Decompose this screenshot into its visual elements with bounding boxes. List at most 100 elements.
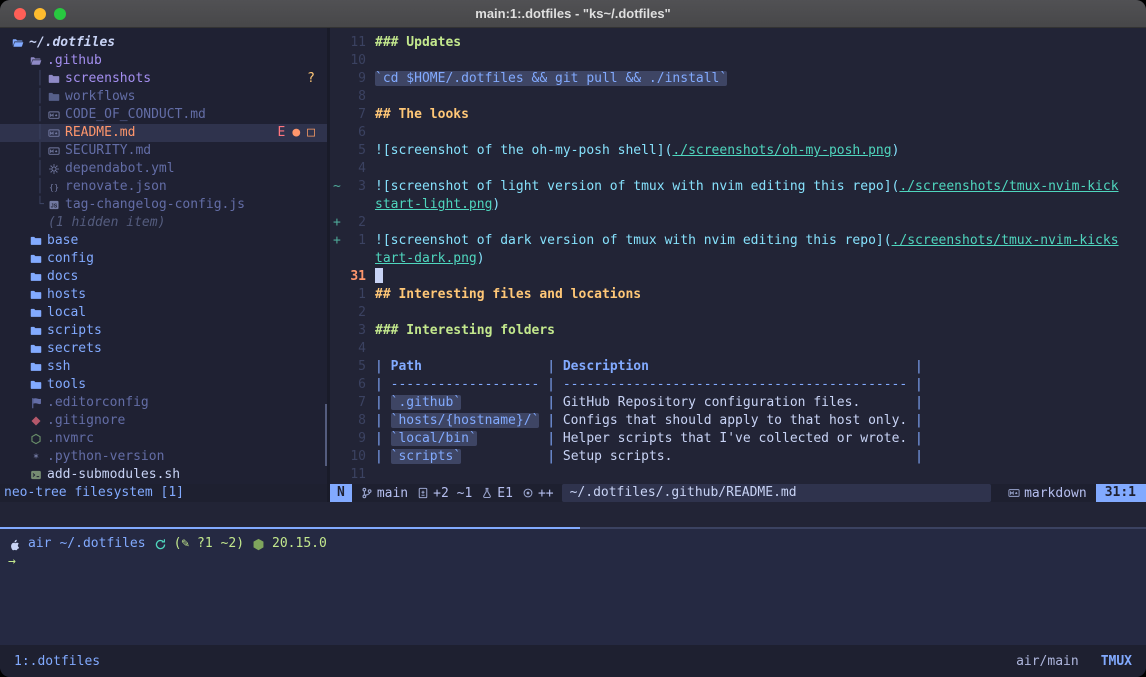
terminal-window: main:1:.dotfiles - "ks~/.dotfiles" ~/.do… <box>0 0 1146 677</box>
editor-line[interactable]: 10| `scripts` | Setup scripts. | <box>330 448 1146 466</box>
folder-open-icon <box>12 37 29 49</box>
tree-item-local[interactable]: local <box>0 304 327 322</box>
tree-item-workflows[interactable]: │workflows <box>0 88 327 106</box>
gutter-git-sign: ~ <box>330 178 341 196</box>
editor-line[interactable]: 10 <box>330 52 1146 70</box>
editor-line[interactable]: 11 <box>330 466 1146 484</box>
scrollbar-thumb[interactable] <box>325 404 327 466</box>
tree-item-label: .github <box>47 52 102 70</box>
editor-pane[interactable]: 11### Updates109`cd $HOME/.dotfiles && g… <box>330 28 1146 502</box>
tree-item-config[interactable]: config <box>0 250 327 268</box>
editor-buffer[interactable]: 11### Updates109`cd $HOME/.dotfiles && g… <box>330 34 1146 484</box>
modified-dot: ● <box>292 124 300 142</box>
tree-item-tag-changelog-config-js[interactable]: └JStag-changelog-config.js <box>0 196 327 214</box>
git-branch-name: main <box>377 486 408 501</box>
cursor-block <box>375 268 383 283</box>
tmux-session-name: air/main <box>1016 654 1079 669</box>
md-icon <box>48 145 65 157</box>
neo-tree-sidebar[interactable]: ~/.dotfiles.github│screenshots?│workflow… <box>0 28 327 502</box>
tree-item-secrets[interactable]: secrets <box>0 340 327 358</box>
gutter-git-sign <box>330 322 341 340</box>
gutter-git-sign <box>330 160 341 178</box>
tree-item-1-hidden-item[interactable]: (1 hidden item) <box>0 214 327 232</box>
tree-item-gitignore[interactable]: .gitignore <box>0 412 327 430</box>
tree-item-renovate-json[interactable]: │{}renovate.json <box>0 178 327 196</box>
editor-line[interactable]: 5![screenshot of the oh-my-posh shell](.… <box>330 142 1146 160</box>
tree-item-label: (1 hidden item) <box>48 214 165 232</box>
editor-line[interactable]: 31 <box>330 268 1146 286</box>
tree-item-add-submodules-sh[interactable]: add-submodules.sh <box>0 466 327 484</box>
line-text: tart-dark.png) <box>366 250 485 268</box>
git-untracked-badge: ? <box>307 70 315 88</box>
tree-item-dotfiles[interactable]: ~/.dotfiles <box>0 34 327 52</box>
gear-icon <box>48 163 65 175</box>
diagnostics-count: E1 <box>497 486 513 501</box>
tmux-window-tab[interactable]: 1:.dotfiles <box>14 654 100 669</box>
tree-item-dependabot-yml[interactable]: │dependabot.yml <box>0 160 327 178</box>
folder-icon <box>30 343 47 355</box>
gutter-git-sign <box>330 268 341 286</box>
editor-line[interactable]: 8 <box>330 88 1146 106</box>
mode-indicator: N <box>330 484 352 502</box>
line-number: 11 <box>341 466 366 484</box>
line-text: ![screenshot of the oh-my-posh shell](./… <box>366 142 899 160</box>
editor-line[interactable]: 8| `hosts/{hostname}/` | Configs that sh… <box>330 412 1146 430</box>
editor-line[interactable]: +1![screenshot of dark version of tmux w… <box>330 232 1146 250</box>
editor-line[interactable]: 1## Interesting files and locations <box>330 286 1146 304</box>
tree-item-code-of-conduct-md[interactable]: │CODE_OF_CONDUCT.md <box>0 106 327 124</box>
editor-line[interactable]: 2 <box>330 304 1146 322</box>
editor-line[interactable]: 7| `.github` | GitHub Repository configu… <box>330 394 1146 412</box>
tree-item-base[interactable]: base <box>0 232 327 250</box>
tree-item-label: .nvmrc <box>47 430 94 448</box>
tree-item-label: ssh <box>47 358 70 376</box>
editor-line[interactable]: 9`cd $HOME/.dotfiles && git pull && ./in… <box>330 70 1146 88</box>
titlebar[interactable]: main:1:.dotfiles - "ks~/.dotfiles" <box>0 0 1146 28</box>
tree-item-label: tools <box>47 376 86 394</box>
line-number: 4 <box>341 160 366 178</box>
editor-line[interactable]: 9| `local/bin` | Helper scripts that I'v… <box>330 430 1146 448</box>
editor-line[interactable]: start-light.png) <box>330 196 1146 214</box>
git-diff-counts: +2 ~1 <box>433 486 472 501</box>
editor-line[interactable]: 3### Interesting folders <box>330 322 1146 340</box>
editor-line[interactable]: 6 <box>330 124 1146 142</box>
line-number: 6 <box>341 124 366 142</box>
editor-line[interactable]: 11### Updates <box>330 34 1146 52</box>
tmux-pane-border[interactable] <box>0 527 1146 529</box>
tree-guide: └ <box>36 196 44 214</box>
editor-line[interactable]: 4 <box>330 340 1146 358</box>
editor-line[interactable]: 4 <box>330 160 1146 178</box>
gutter-git-sign: + <box>330 214 341 232</box>
tmux-pane-shell[interactable]: air ~/.dotfiles (✎ ?1 ~2) 20.15.0 → <box>0 529 1146 645</box>
tree-item-label: .gitignore <box>47 412 125 430</box>
editor-line[interactable]: +2 <box>330 214 1146 232</box>
tree-item-screenshots[interactable]: │screenshots? <box>0 70 327 88</box>
tree-item-editorconfig[interactable]: .editorconfig <box>0 394 327 412</box>
line-number: 2 <box>341 304 366 322</box>
file-diff-icon <box>417 487 429 499</box>
tree-item-label: CODE_OF_CONDUCT.md <box>65 106 206 124</box>
line-text: ## Interesting files and locations <box>366 286 641 304</box>
tree-item-python-version[interactable]: *.python-version <box>0 448 327 466</box>
shell-input-line[interactable]: → <box>8 553 1146 571</box>
tree-item-scripts[interactable]: scripts <box>0 322 327 340</box>
gutter-git-sign <box>330 142 341 160</box>
editor-line[interactable]: 5| Path | Description | <box>330 358 1146 376</box>
editor-line[interactable]: tart-dark.png) <box>330 250 1146 268</box>
tree-item-label: renovate.json <box>65 178 167 196</box>
tree-item-label: ~/.dotfiles <box>29 34 115 52</box>
tree-item-docs[interactable]: docs <box>0 268 327 286</box>
tree-item-tools[interactable]: tools <box>0 376 327 394</box>
line-number: 1 <box>341 232 366 250</box>
tree-item-ssh[interactable]: ssh <box>0 358 327 376</box>
tree-item-security-md[interactable]: │SECURITY.md <box>0 142 327 160</box>
tree-item-readme-md[interactable]: │README.mdE●□ <box>0 124 327 142</box>
tree-item-nvmrc[interactable]: .nvmrc <box>0 430 327 448</box>
tree-item-hosts[interactable]: hosts <box>0 286 327 304</box>
tree-guide: │ <box>36 88 44 106</box>
cursor-position: 31:1 <box>1096 484 1146 502</box>
editor-line[interactable]: ~3![screenshot of light version of tmux … <box>330 178 1146 196</box>
editor-line[interactable]: 7## The looks <box>330 106 1146 124</box>
editor-line[interactable]: 6| ------------------- | ---------------… <box>330 376 1146 394</box>
tree-item-github[interactable]: .github <box>0 52 327 70</box>
line-number: 8 <box>341 88 366 106</box>
